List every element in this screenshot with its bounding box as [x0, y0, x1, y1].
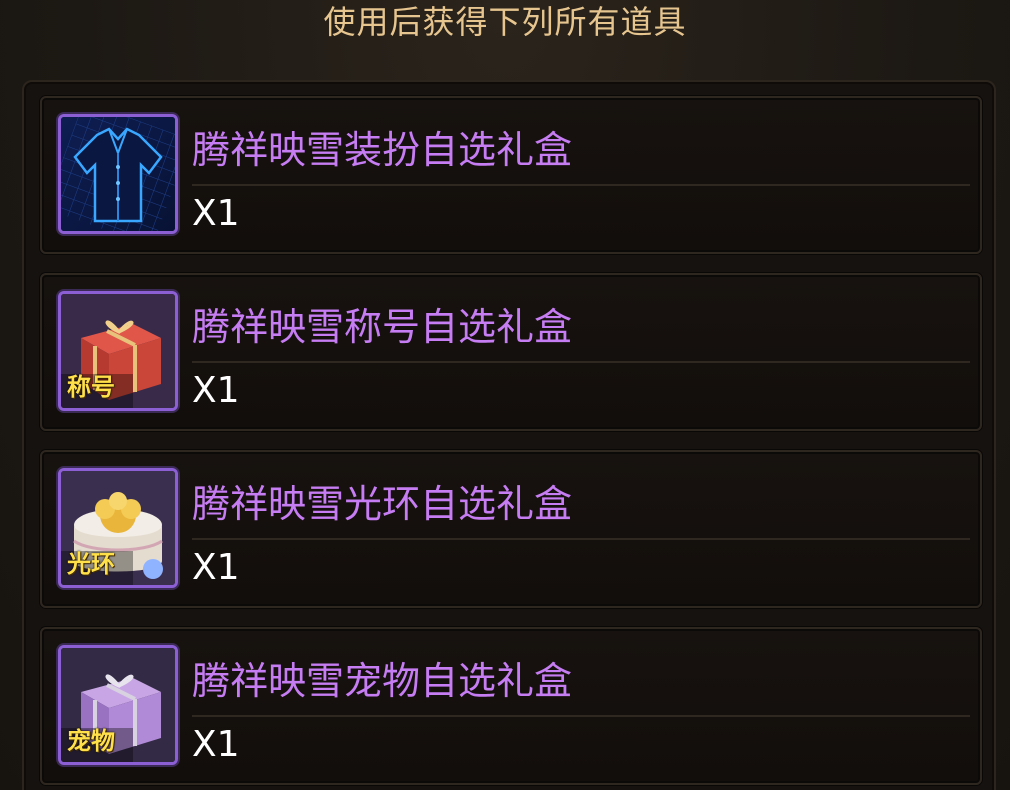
red-gift-box-icon: 称号 — [58, 291, 178, 411]
divider — [192, 184, 970, 186]
reward-item[interactable]: 宠物 腾祥映雪宠物自选礼盒 X1 — [40, 627, 982, 785]
item-name: 腾祥映雪装扮自选礼盒 — [192, 128, 573, 172]
item-badge: 称号 — [67, 373, 115, 401]
reward-item[interactable]: 称号 腾祥映雪称号自选礼盒 X1 — [40, 273, 982, 431]
divider — [192, 538, 970, 540]
item-name: 腾祥映雪宠物自选礼盒 — [192, 659, 573, 703]
reward-dialog: 使用后获得下列所有道具 腾祥映雪装扮自选礼盒 X1 称号 腾祥映雪称号自选礼盒 … — [0, 0, 1010, 790]
divider — [192, 361, 970, 363]
item-quantity: X1 — [192, 547, 240, 588]
dialog-title: 使用后获得下列所有道具 — [323, 3, 687, 41]
item-badge: 光环 — [67, 550, 115, 578]
purple-gift-box-icon: 宠物 — [58, 645, 178, 765]
item-quantity: X1 — [192, 193, 240, 234]
reward-list: 腾祥映雪装扮自选礼盒 X1 称号 腾祥映雪称号自选礼盒 X1 光环 腾祥映雪光环… — [22, 80, 996, 790]
reward-item[interactable]: 腾祥映雪装扮自选礼盒 X1 — [40, 96, 982, 254]
item-quantity: X1 — [192, 724, 240, 765]
white-gift-box-icon: 光环 — [58, 468, 178, 588]
reward-item[interactable]: 光环 腾祥映雪光环自选礼盒 X1 — [40, 450, 982, 608]
item-name: 腾祥映雪称号自选礼盒 — [192, 305, 573, 349]
item-quantity: X1 — [192, 370, 240, 411]
divider — [192, 715, 970, 717]
item-name: 腾祥映雪光环自选礼盒 — [192, 482, 573, 526]
item-badge: 宠物 — [67, 727, 115, 755]
costume-shirt-icon — [58, 114, 178, 234]
